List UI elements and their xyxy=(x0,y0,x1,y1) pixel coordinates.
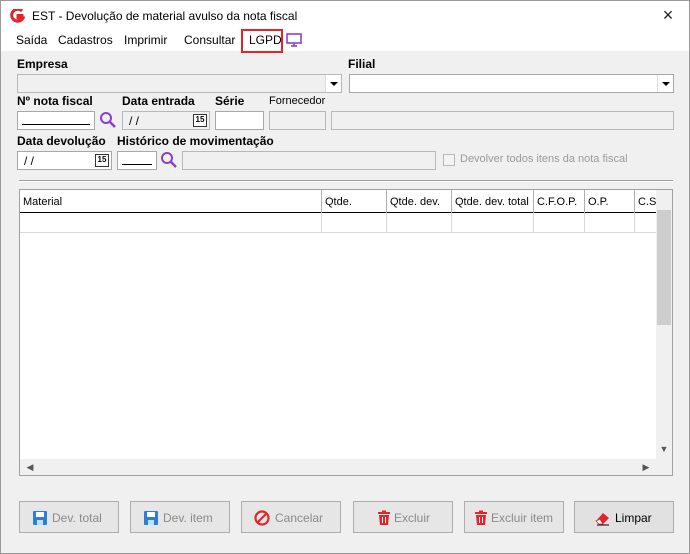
menu-lgpd[interactable]: LGPD xyxy=(249,33,282,47)
menu-cadastros[interactable]: Cadastros xyxy=(58,33,113,47)
data-devolucao-input[interactable]: / / 15 xyxy=(17,151,112,170)
limpar-label: Limpar xyxy=(615,511,652,525)
close-icon[interactable]: × xyxy=(658,6,678,24)
divider xyxy=(19,180,673,182)
dev-item-label: Dev. item xyxy=(163,511,213,525)
nota-fiscal-input[interactable] xyxy=(17,111,95,130)
nota-fiscal-label: Nº nota fiscal xyxy=(17,94,93,108)
input-mask-underline xyxy=(22,124,90,125)
historico-desc-input xyxy=(182,151,436,170)
input-mask-underline xyxy=(122,164,152,165)
serie-input[interactable] xyxy=(215,111,264,130)
calendar-icon[interactable]: 15 xyxy=(95,154,109,167)
main-window: EST - Devolução de material avulso da no… xyxy=(0,0,690,554)
scroll-left-icon[interactable]: ◀ xyxy=(22,459,38,475)
historico-label: Histórico de movimentação xyxy=(117,134,274,148)
menu-saida[interactable]: Saída xyxy=(16,33,47,47)
table-row[interactable] xyxy=(20,213,660,233)
cancelar-button[interactable]: Cancelar xyxy=(241,501,341,533)
data-entrada-label: Data entrada xyxy=(122,94,195,108)
scroll-right-icon[interactable]: ▶ xyxy=(638,459,654,475)
search-icon[interactable] xyxy=(99,111,117,129)
grid-header: Material Qtde. Qtde. dev. Qtde. dev. tot… xyxy=(20,190,660,213)
chevron-down-icon[interactable] xyxy=(325,75,341,92)
data-entrada-input[interactable]: / / 15 xyxy=(122,111,210,130)
limpar-button[interactable]: Limpar xyxy=(574,501,674,533)
devolver-todos-checkbox[interactable] xyxy=(443,154,455,166)
filial-label: Filial xyxy=(348,57,376,71)
filial-combo[interactable] xyxy=(349,74,674,93)
empresa-label: Empresa xyxy=(17,57,68,71)
col-qtde[interactable]: Qtde. xyxy=(322,190,387,213)
fornecedor-label: Fornecedor xyxy=(269,95,326,107)
scroll-down-icon[interactable]: ▼ xyxy=(656,441,672,457)
excluir-item-button[interactable]: Excluir item xyxy=(464,501,564,533)
items-grid[interactable]: Material Qtde. Qtde. dev. Qtde. dev. tot… xyxy=(19,189,673,476)
search-icon[interactable] xyxy=(160,151,178,169)
col-material[interactable]: Material xyxy=(20,190,322,213)
menu-imprimir[interactable]: Imprimir xyxy=(124,33,167,47)
title-bar: EST - Devolução de material avulso da no… xyxy=(1,1,689,29)
trash-icon xyxy=(475,510,487,525)
fornecedor-name-input xyxy=(331,111,674,130)
menu-bar: Saída Cadastros Imprimir Consultar LGPD xyxy=(1,29,689,53)
scroll-corner xyxy=(656,459,672,475)
save-icon xyxy=(33,511,47,525)
dev-total-label: Dev. total xyxy=(52,511,102,525)
dev-total-button[interactable]: Dev. total xyxy=(19,501,119,533)
fornecedor-code-input xyxy=(269,111,326,130)
horizontal-scrollbar[interactable]: ◀ ▶ xyxy=(20,459,656,475)
screen-icon[interactable] xyxy=(286,33,302,47)
cancel-icon xyxy=(254,510,270,526)
empresa-combo[interactable] xyxy=(17,74,342,93)
eraser-icon xyxy=(595,513,609,526)
window-title: EST - Devolução de material avulso da no… xyxy=(32,9,298,23)
col-qtde-dev-total[interactable]: Qtde. dev. total xyxy=(452,190,534,213)
devolver-todos-label: Devolver todos itens da nota fiscal xyxy=(460,153,628,165)
serie-label: Série xyxy=(215,94,245,108)
vertical-scroll-thumb[interactable] xyxy=(657,210,671,325)
calendar-icon[interactable]: 15 xyxy=(193,114,207,127)
excluir-button[interactable]: Excluir xyxy=(353,501,453,533)
cancelar-label: Cancelar xyxy=(275,511,324,525)
save-icon xyxy=(144,511,158,525)
vertical-scrollbar[interactable]: ▼ xyxy=(656,190,672,459)
dev-item-button[interactable]: Dev. item xyxy=(130,501,230,533)
col-cfop[interactable]: C.F.O.P. xyxy=(534,190,585,213)
col-op[interactable]: O.P. xyxy=(585,190,635,213)
trash-icon xyxy=(378,510,390,525)
menu-consultar[interactable]: Consultar xyxy=(184,33,235,47)
data-devolucao-label: Data devolução xyxy=(17,134,106,148)
app-logo-icon xyxy=(10,9,25,23)
excluir-item-label: Excluir item xyxy=(491,511,554,525)
data-devolucao-value: / / xyxy=(24,154,35,168)
excluir-label: Excluir xyxy=(394,511,431,525)
historico-code-input[interactable] xyxy=(117,151,157,170)
col-qtde-dev[interactable]: Qtde. dev. xyxy=(387,190,452,213)
data-entrada-value: / / xyxy=(129,114,140,128)
chevron-down-icon[interactable] xyxy=(657,75,673,92)
